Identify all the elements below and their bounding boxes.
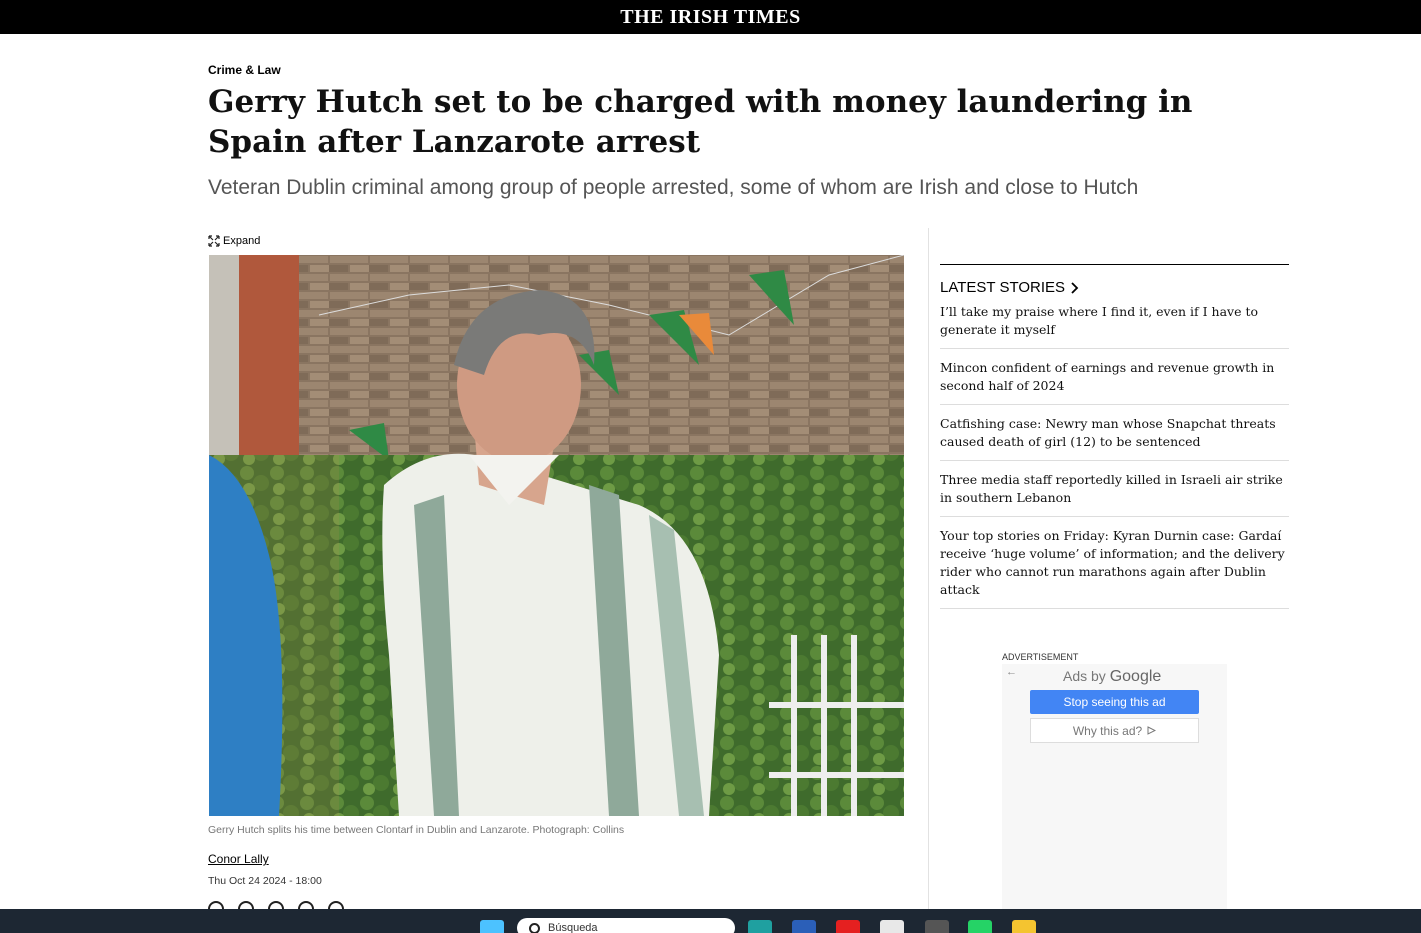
- back-arrow-icon[interactable]: ←: [1006, 666, 1017, 678]
- site-logo[interactable]: THE IRISH TIMES: [620, 6, 801, 29]
- chevron-right-icon: [1071, 281, 1079, 294]
- publish-date: Thu Oct 24 2024 - 18:00: [208, 875, 322, 887]
- file-explorer-icon[interactable]: [1012, 920, 1036, 933]
- os-taskbar: Búsqueda: [0, 909, 1421, 933]
- expand-icon: [208, 235, 220, 247]
- taskbar-search-placeholder: Búsqueda: [548, 922, 598, 933]
- youtube-icon[interactable]: [836, 920, 860, 933]
- article-photo[interactable]: [209, 255, 904, 816]
- latest-story[interactable]: Three media staff reportedly killed in I…: [940, 471, 1289, 517]
- column-divider: [928, 228, 929, 913]
- latest-stories-heading[interactable]: LATEST STORIES: [940, 265, 1289, 303]
- edge-icon[interactable]: [748, 920, 772, 933]
- photo-caption: Gerry Hutch splits his time between Clon…: [208, 824, 625, 836]
- latest-story[interactable]: Mincon confident of earnings and revenue…: [940, 359, 1289, 405]
- latest-story[interactable]: Catfishing case: Newry man whose Snapcha…: [940, 415, 1289, 461]
- article-headline: Gerry Hutch set to be charged with money…: [208, 84, 1193, 160]
- article-standfirst: Veteran Dublin criminal among group of p…: [208, 176, 1139, 199]
- chrome-icon[interactable]: [880, 920, 904, 933]
- ads-by-label: Ads by: [1063, 668, 1106, 684]
- google-label: Google: [1109, 668, 1162, 685]
- search-icon: [529, 922, 540, 933]
- latest-heading-label: LATEST STORIES: [940, 279, 1066, 296]
- stop-seeing-ad-button[interactable]: Stop seeing this ad: [1030, 690, 1199, 714]
- whatsapp-taskbar-icon[interactable]: [968, 920, 992, 933]
- ad-container: ← Ads by Google Stop seeing this ad Why …: [1002, 664, 1227, 909]
- taskbar-search[interactable]: Búsqueda: [517, 918, 735, 933]
- why-this-ad-label: Why this ad?: [1072, 723, 1143, 738]
- expand-image-button[interactable]: Expand: [208, 235, 260, 247]
- play-icon: [1147, 726, 1157, 735]
- author-link[interactable]: Conor Lally: [208, 852, 269, 866]
- windows-start-icon[interactable]: [480, 920, 504, 933]
- section-link[interactable]: Crime & Law: [208, 63, 281, 77]
- top-bar: THE IRISH TIMES: [0, 0, 1421, 34]
- latest-story[interactable]: Your top stories on Friday: Kyran Durnin…: [940, 527, 1289, 609]
- ads-by-google: Ads by Google: [1063, 668, 1161, 686]
- latest-story[interactable]: I’ll take my praise where I find it, eve…: [940, 303, 1289, 349]
- why-this-ad-button[interactable]: Why this ad?: [1030, 718, 1199, 743]
- advertisement-label: ADVERTISEMENT: [1002, 652, 1079, 662]
- expand-label: Expand: [223, 235, 261, 247]
- latest-stories: LATEST STORIES I’ll take my praise where…: [940, 264, 1289, 619]
- word-icon[interactable]: [792, 920, 816, 933]
- app-icon[interactable]: [925, 920, 949, 933]
